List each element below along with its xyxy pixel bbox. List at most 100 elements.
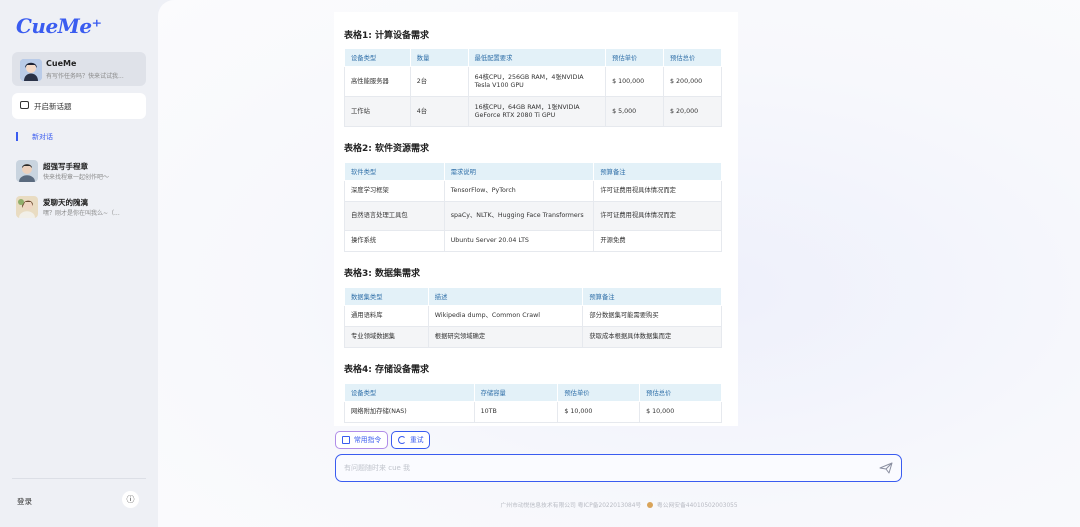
- app-logo[interactable]: CueMe⁺: [16, 14, 102, 38]
- chat-avatar: [16, 160, 38, 182]
- police-record[interactable]: 粤公网安备44010502003055: [657, 503, 738, 509]
- column-header: 最低配置要求: [467, 48, 607, 67]
- agent-name: CueMe: [46, 59, 77, 68]
- table-title: 表格4: 存储设备需求: [344, 365, 429, 375]
- common-commands-button[interactable]: 常用指令: [335, 431, 388, 449]
- table-cell: 工作站: [344, 96, 411, 127]
- table-row: 工作站 4台 16核CPU，64GB RAM，1张NVIDIA GeForce …: [344, 96, 722, 127]
- message-input[interactable]: [344, 461, 864, 475]
- sidebar-item-chat[interactable]: 超强写手程章 快来找程章一起创作吧～: [16, 160, 150, 186]
- icp-license[interactable]: 广州市动悦信息技术有限公司 粤ICP备2022013084号: [500, 503, 641, 509]
- table-row: 操作系统 Ubuntu Server 20.04 LTS 开源免费: [344, 230, 722, 252]
- table-cell: 根据研究领域确定: [427, 326, 584, 348]
- table-cell: Wikipedia dump、Common Crawl: [427, 305, 584, 327]
- column-header: 软件类型: [344, 162, 445, 181]
- dataset-table: 数据集类型 描述 预算备注 通用语料库 Wikipedia dump、Commo…: [344, 287, 722, 348]
- column-header: 预估总价: [663, 48, 722, 67]
- column-header: 设备类型: [344, 48, 411, 67]
- common-commands-label: 常用指令: [354, 436, 382, 444]
- chat-plus-icon: [20, 101, 29, 109]
- table-cell: 自然语言处理工具包: [344, 201, 445, 231]
- refresh-icon: [398, 436, 406, 444]
- table-cell: 操作系统: [344, 230, 445, 252]
- sidebar-divider: [12, 478, 146, 479]
- police-badge-icon: [647, 502, 654, 508]
- table-row: 网络附加存储(NAS) 10TB $ 10,000 $ 10,000: [344, 401, 722, 423]
- retry-button[interactable]: 重试: [391, 431, 430, 449]
- software-table: 软件类型 需求说明 预算备注 深度学习框架 TensorFlow、PyTorch…: [344, 162, 722, 252]
- active-indicator: [16, 132, 18, 141]
- column-header: 需求说明: [443, 162, 595, 181]
- footer: 广州市动悦信息技术有限公司 粤ICP备2022013084号 粤公网安备4401…: [158, 500, 1080, 509]
- table-title: 表格2: 软件资源需求: [344, 144, 429, 154]
- table-title: 表格1: 计算设备需求: [344, 31, 429, 41]
- sidebar: CueMe⁺ CueMe 有写作任务吗？快来试试我... 开启新话题 新对话 超…: [0, 0, 158, 527]
- table-header-row: 软件类型 需求说明 预算备注: [344, 162, 722, 181]
- column-header: 预算备注: [582, 287, 722, 306]
- column-header: 预估总价: [639, 383, 722, 402]
- table-cell: 4台: [409, 96, 469, 127]
- table-cell: 部分数据集可能需要购买: [582, 305, 722, 327]
- chat-subtitle: 嘿？刚才是你在叫我么~（...: [43, 210, 120, 217]
- column-header: 描述: [427, 287, 584, 306]
- table-cell: 高性能服务器: [344, 66, 411, 97]
- table-row: 专业领域数据集 根据研究领域确定 获取成本根据具体数据集而定: [344, 326, 722, 348]
- table-cell: 通用语料库: [344, 305, 429, 327]
- table-cell: 10TB: [473, 401, 559, 423]
- table-row: 高性能服务器 2台 64核CPU，256GB RAM，4张NVIDIA Tesl…: [344, 66, 722, 97]
- table-cell: 获取成本根据具体数据集而定: [582, 326, 722, 348]
- new-topic-button[interactable]: 开启新话题: [12, 93, 146, 119]
- column-header: 数据集类型: [344, 287, 429, 306]
- table-cell: TensorFlow、PyTorch: [443, 180, 595, 202]
- chat-title: 超强写手程章: [43, 162, 88, 171]
- command-icon: [342, 436, 350, 444]
- table-cell: Ubuntu Server 20.04 LTS: [443, 230, 595, 252]
- main-area: 表格1: 计算设备需求 设备类型 数量 最低配置要求 预估单价 预估总价 高性能…: [158, 0, 1080, 527]
- table-cell: 许可证费用视具体情况而定: [593, 180, 722, 202]
- table-row: 深度学习框架 TensorFlow、PyTorch 许可证费用视具体情况而定: [344, 180, 722, 202]
- table-cell: 2台: [409, 66, 469, 97]
- chat-avatar: [16, 196, 38, 218]
- column-header: 数量: [409, 48, 469, 67]
- table-cell: 深度学习框架: [344, 180, 445, 202]
- column-header: 预估单价: [605, 48, 665, 67]
- table-cell: $ 20,000: [663, 96, 722, 127]
- info-icon[interactable]: ⓘ: [122, 491, 139, 508]
- column-header: 预估单价: [557, 383, 641, 402]
- column-header: 存储容量: [473, 383, 559, 402]
- table-cell: 16核CPU，64GB RAM，1张NVIDIA GeForce RTX 208…: [467, 96, 607, 127]
- login-link[interactable]: 登录: [17, 496, 32, 507]
- agent-avatar: [20, 59, 42, 81]
- agent-subtitle: 有写作任务吗？快来试试我...: [46, 73, 124, 80]
- table-cell: 许可证费用视具体情况而定: [593, 201, 722, 231]
- chat-title: 爱聊天的隗漓: [43, 198, 88, 207]
- message-input-box: [335, 454, 902, 482]
- table-cell: 网络附加存储(NAS): [344, 401, 475, 423]
- table-cell: 64核CPU，256GB RAM，4张NVIDIA Tesla V100 GPU: [467, 66, 607, 97]
- table-cell: spaCy、NLTK、Hugging Face Transformers: [443, 201, 595, 231]
- table-header-row: 数据集类型 描述 预算备注: [344, 287, 722, 306]
- chat-message-content: 表格1: 计算设备需求 设备类型 数量 最低配置要求 预估单价 预估总价 高性能…: [334, 12, 738, 426]
- table-cell: 专业领域数据集: [344, 326, 429, 348]
- table-title: 表格3: 数据集需求: [344, 269, 420, 279]
- column-header: 设备类型: [344, 383, 475, 402]
- retry-label: 重试: [410, 436, 424, 444]
- table-row: 自然语言处理工具包 spaCy、NLTK、Hugging Face Transf…: [344, 201, 722, 231]
- table-cell: 开源免费: [593, 230, 722, 252]
- active-chat-label: 新对话: [32, 133, 53, 141]
- table-row: 通用语料库 Wikipedia dump、Common Crawl 部分数据集可…: [344, 305, 722, 327]
- table-cell: $ 10,000: [557, 401, 641, 423]
- chat-subtitle: 快来找程章一起创作吧～: [43, 174, 110, 181]
- column-header: 预算备注: [593, 162, 722, 181]
- storage-table: 设备类型 存储容量 预估单价 预估总价 网络附加存储(NAS) 10TB $ 1…: [344, 383, 722, 423]
- sidebar-item-chat[interactable]: 爱聊天的隗漓 嘿？刚才是你在叫我么~（...: [16, 196, 150, 222]
- agent-card[interactable]: CueMe 有写作任务吗？快来试试我...: [12, 52, 146, 86]
- table-cell: $ 100,000: [605, 66, 665, 97]
- table-cell: $ 200,000: [663, 66, 722, 97]
- table-header-row: 设备类型 存储容量 预估单价 预估总价: [344, 383, 722, 402]
- send-icon[interactable]: [879, 462, 893, 474]
- compute-table: 设备类型 数量 最低配置要求 预估单价 预估总价 高性能服务器 2台 64核CP…: [344, 48, 722, 127]
- table-cell: $ 10,000: [639, 401, 722, 423]
- table-cell: $ 5,000: [605, 96, 665, 127]
- new-topic-label: 开启新话题: [34, 102, 72, 111]
